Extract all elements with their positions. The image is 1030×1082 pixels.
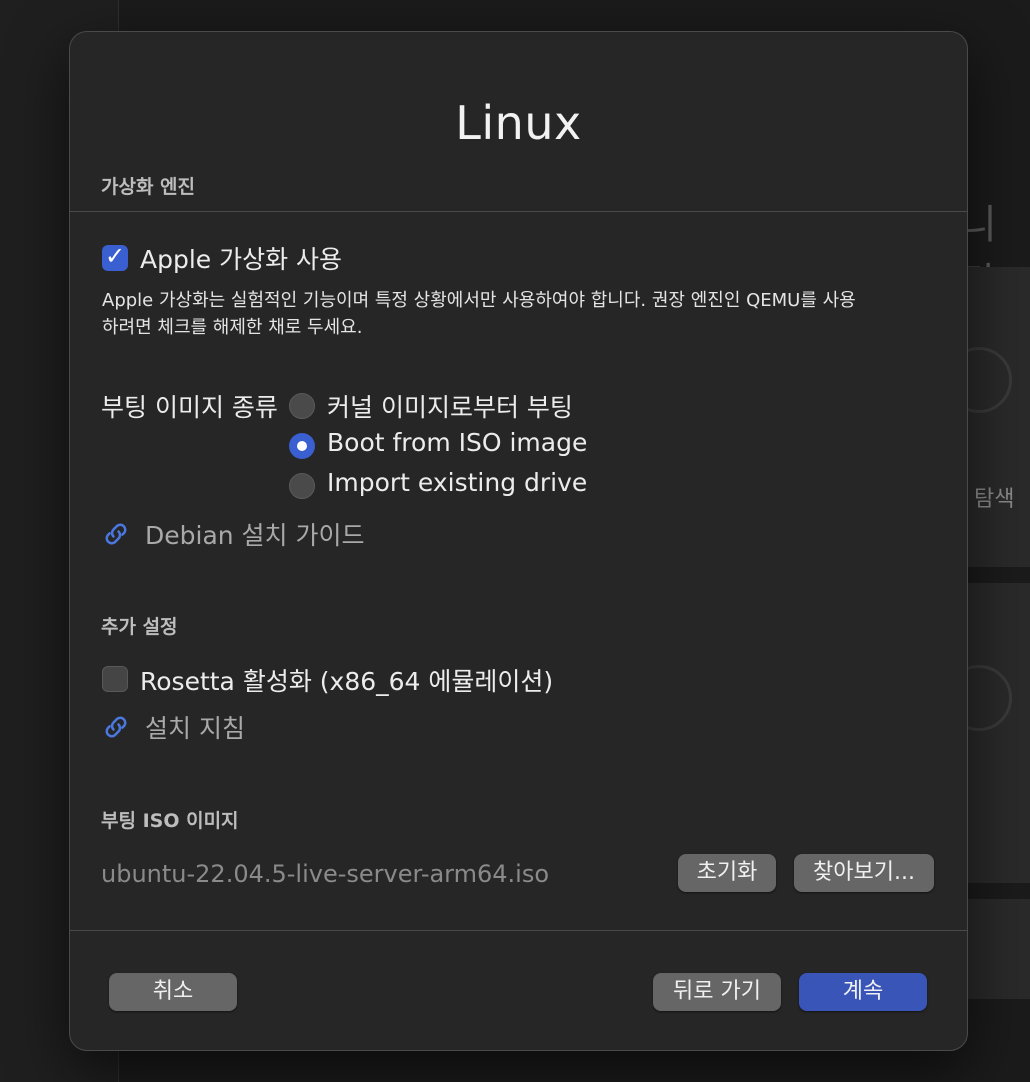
continue-button[interactable]: 계속	[799, 973, 927, 1011]
cancel-button[interactable]: 취소	[109, 973, 237, 1011]
footer-divider	[70, 930, 967, 931]
apple-virtualization-description: Apple 가상화는 실험적인 기능이며 특정 상황에서만 사용하여야 합니다.…	[102, 287, 922, 341]
background-card-label: 탐색	[974, 487, 1015, 512]
boot-image-type-label: 부팅 이미지 종류	[101, 393, 278, 422]
background-card-1: 탐색	[946, 267, 1030, 567]
browse-button[interactable]: 찾아보기...	[794, 854, 934, 892]
radio-import-drive-label[interactable]: Import existing drive	[327, 468, 587, 497]
dialog-title: Linux	[455, 96, 582, 150]
linux-setup-dialog: Linux 가상화 엔진 Apple 가상화 사용 Apple 가상화는 실험적…	[69, 31, 968, 1051]
debian-install-guide-link[interactable]: Debian 설치 가이드	[145, 516, 365, 552]
background-card-2	[946, 583, 1030, 883]
section-divider	[70, 211, 967, 212]
iso-file-path: ubuntu-22.04.5-live-server-arm64.iso	[101, 860, 550, 888]
install-instructions-link[interactable]: 설치 지침	[145, 709, 245, 745]
background-card-3	[966, 899, 1030, 999]
radio-iso-image-label[interactable]: Boot from ISO image	[327, 428, 587, 457]
additional-settings-label: 추가 설정	[101, 616, 178, 638]
rosetta-label[interactable]: Rosetta 활성화 (x86_64 에뮬레이션)	[140, 662, 553, 698]
clear-button[interactable]: 초기화	[678, 854, 776, 892]
link-icon[interactable]	[101, 519, 131, 549]
link-icon[interactable]	[101, 712, 131, 742]
apple-virtualization-label[interactable]: Apple 가상화 사용	[140, 240, 342, 276]
boot-iso-image-label: 부팅 ISO 이미지	[101, 810, 239, 832]
radio-kernel-image[interactable]	[289, 393, 315, 419]
rosetta-checkbox[interactable]	[102, 666, 128, 692]
description-line-1: Apple 가상화는 실험적인 기능이며 특정 상황에서만 사용하여야 합니다.…	[102, 290, 856, 311]
radio-iso-image[interactable]	[289, 433, 315, 459]
radio-import-drive[interactable]	[289, 473, 315, 499]
description-line-2: 하려면 체크를 해제한 채로 두세요.	[102, 317, 363, 338]
virtualization-engine-label: 가상화 엔진	[101, 176, 196, 198]
apple-virtualization-checkbox[interactable]	[102, 242, 128, 271]
radio-kernel-image-label[interactable]: 커널 이미지로부터 부팅	[327, 388, 573, 424]
back-button[interactable]: 뒤로 가기	[653, 973, 781, 1011]
